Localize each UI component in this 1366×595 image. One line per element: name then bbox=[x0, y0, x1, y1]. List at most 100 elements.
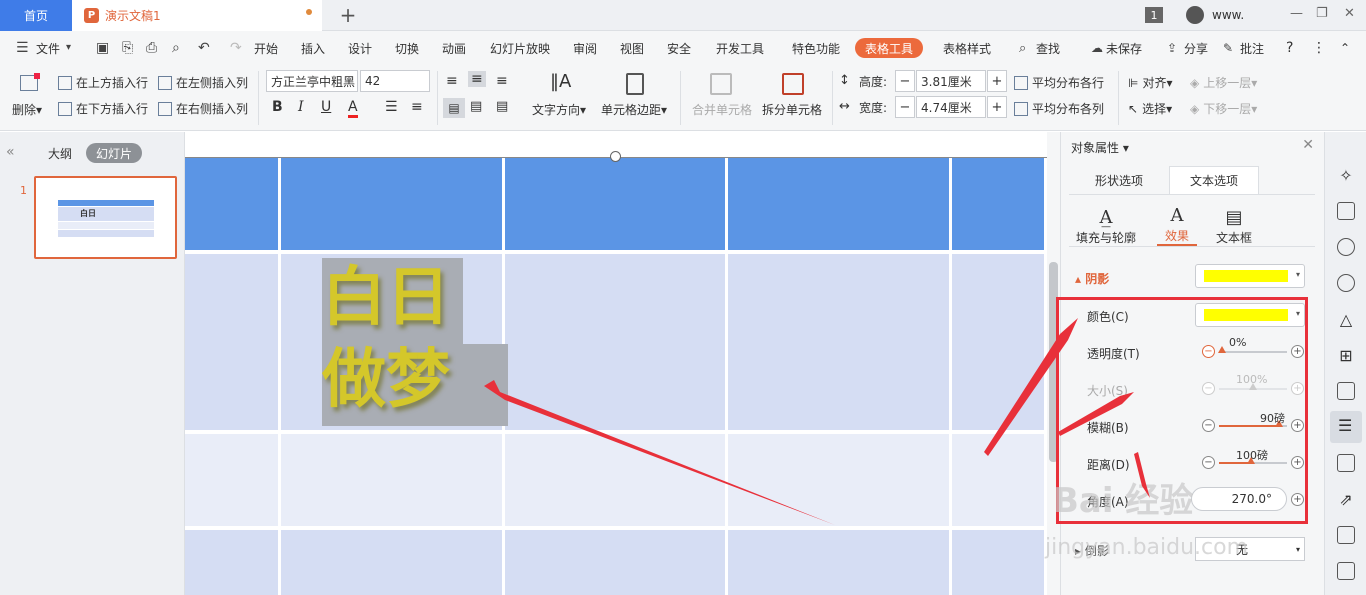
font-name-select[interactable]: 方正兰亭中粗黑 bbox=[266, 70, 358, 92]
menu-review[interactable]: 审阅 bbox=[573, 31, 597, 65]
export-icon[interactable]: ⎘ bbox=[122, 40, 133, 56]
panel-title[interactable]: 对象属性 ▾ bbox=[1071, 139, 1129, 156]
save-icon[interactable]: ▣ bbox=[96, 40, 109, 56]
merge-cells-button[interactable]: 合并单元格 bbox=[692, 101, 752, 118]
table-cell[interactable] bbox=[728, 254, 949, 430]
user-name[interactable]: www. bbox=[1212, 8, 1244, 22]
window-count-badge[interactable]: 1 bbox=[1145, 7, 1163, 23]
tab-home[interactable]: 首页 bbox=[0, 0, 72, 31]
image-icon[interactable] bbox=[1337, 454, 1355, 472]
table-cell[interactable] bbox=[952, 530, 1044, 595]
menu-view[interactable]: 视图 bbox=[620, 31, 644, 65]
bring-forward-button[interactable]: ◈ 上移一层 ▾ bbox=[1190, 74, 1257, 91]
table-cell[interactable] bbox=[185, 254, 278, 430]
menu-file[interactable]: 文件 bbox=[36, 31, 60, 65]
close-icon[interactable]: ✕ bbox=[1302, 137, 1314, 153]
align-bottom-icon[interactable]: ▤ bbox=[496, 99, 508, 114]
table-cell[interactable] bbox=[185, 158, 278, 250]
underline-button[interactable]: U bbox=[321, 99, 331, 115]
insert-col-left-button[interactable]: 在左侧插入列 bbox=[158, 74, 248, 91]
table-cell[interactable] bbox=[281, 530, 502, 595]
chevron-down-icon[interactable]: ▾ bbox=[66, 42, 71, 53]
more-button[interactable]: ⋮ bbox=[1312, 31, 1326, 65]
font-color-button[interactable]: A bbox=[348, 99, 358, 118]
cell-margin-icon[interactable] bbox=[626, 73, 644, 95]
search-icon[interactable]: ⌕ bbox=[1019, 41, 1026, 56]
width-input[interactable]: 4.74厘米 bbox=[916, 96, 986, 118]
table-cell[interactable] bbox=[952, 158, 1044, 250]
comment-button[interactable]: 批注 bbox=[1240, 31, 1264, 65]
picture-icon[interactable] bbox=[1337, 562, 1355, 580]
redo-icon[interactable]: ↷ bbox=[230, 40, 242, 56]
height-increase-button[interactable]: + bbox=[987, 70, 1007, 92]
export-share-icon[interactable]: ⇗ bbox=[1337, 490, 1355, 509]
height-decrease-button[interactable]: − bbox=[895, 70, 915, 92]
rotate-handle[interactable] bbox=[610, 151, 621, 162]
cell-text[interactable]: 白日 做梦 bbox=[322, 257, 450, 421]
table-cell[interactable] bbox=[952, 254, 1044, 430]
height-input[interactable]: 3.81厘米 bbox=[916, 70, 986, 92]
grid-icon[interactable]: ⊞ bbox=[1337, 346, 1355, 365]
bold-button[interactable]: B bbox=[272, 99, 283, 115]
subtab-effect[interactable]: A 效果 bbox=[1157, 196, 1197, 246]
chart-icon[interactable] bbox=[1337, 382, 1355, 400]
slide-thumbnail[interactable]: 白日 bbox=[34, 176, 177, 259]
tab-slides[interactable]: 幻灯片 bbox=[86, 143, 142, 163]
text-direction-button[interactable]: 文字方向 ▾ bbox=[532, 101, 586, 118]
table-cell[interactable] bbox=[728, 434, 949, 526]
menu-security[interactable]: 安全 bbox=[667, 31, 691, 65]
tab-document[interactable]: P 演示文稿1 bbox=[72, 0, 322, 31]
properties-icon[interactable]: ☰ bbox=[1330, 411, 1362, 443]
font-size-select[interactable]: 42 bbox=[360, 70, 430, 92]
share-icon[interactable]: ⇪ bbox=[1167, 41, 1177, 55]
menu-design[interactable]: 设计 bbox=[348, 31, 372, 65]
slide[interactable]: 白日 做梦 bbox=[185, 132, 1047, 595]
distribute-cols-button[interactable]: 平均分布各列 bbox=[1014, 100, 1104, 117]
delete-button[interactable]: 删除 ▾ bbox=[12, 101, 42, 118]
menu-table-tools[interactable]: 表格工具 bbox=[855, 38, 924, 58]
minimize-button[interactable]: — bbox=[1290, 6, 1303, 21]
menu-developer[interactable]: 开发工具 bbox=[716, 31, 764, 65]
restore-button[interactable]: ❐ bbox=[1316, 6, 1328, 21]
delete-table-icon[interactable] bbox=[20, 73, 40, 91]
table-cell[interactable] bbox=[728, 530, 949, 595]
cloud-icon[interactable]: ☁ bbox=[1091, 41, 1103, 55]
align-top-icon[interactable]: ▤ bbox=[443, 98, 465, 118]
table-cell[interactable] bbox=[185, 530, 278, 595]
tab-outline[interactable]: 大纲 bbox=[48, 145, 72, 162]
align-middle-icon[interactable]: ▤ bbox=[470, 99, 482, 114]
shadow-section-header[interactable]: ▴ 阴影 bbox=[1075, 270, 1109, 287]
align-right-icon[interactable]: ≡ bbox=[496, 73, 508, 89]
shadow-preset-select[interactable]: ▾ bbox=[1195, 264, 1305, 288]
italic-button[interactable]: I bbox=[298, 99, 304, 115]
table-cell[interactable] bbox=[505, 254, 725, 430]
text-direction-icon[interactable]: ‖A bbox=[550, 71, 571, 92]
insert-row-below-button[interactable]: 在下方插入行 bbox=[58, 100, 148, 117]
line-spacing-icon[interactable]: ☰ bbox=[385, 99, 398, 115]
menu-table-style[interactable]: 表格样式 bbox=[943, 31, 991, 65]
share-button[interactable]: 分享 bbox=[1184, 31, 1208, 65]
close-button[interactable]: ✕ bbox=[1344, 6, 1355, 21]
table-cell[interactable] bbox=[952, 434, 1044, 526]
menu-insert[interactable]: 插入 bbox=[301, 31, 325, 65]
split-cells-button[interactable]: 拆分单元格 bbox=[762, 101, 822, 118]
slide-canvas[interactable]: 白日 做梦 bbox=[185, 132, 1047, 595]
search-button[interactable]: 查找 bbox=[1036, 31, 1060, 65]
new-tab-button[interactable]: + bbox=[336, 3, 360, 27]
unsaved-status[interactable]: 未保存 bbox=[1106, 31, 1142, 65]
menu-start[interactable]: 开始 bbox=[254, 31, 278, 65]
menu-features[interactable]: 特色功能 bbox=[792, 31, 840, 65]
select-button[interactable]: ↖ 选择 ▾ bbox=[1128, 100, 1172, 117]
collapse-ribbon-button[interactable]: ⌃ bbox=[1340, 31, 1350, 65]
archive-icon[interactable] bbox=[1337, 526, 1355, 544]
send-backward-button[interactable]: ◈ 下移一层 ▾ bbox=[1190, 100, 1257, 117]
table-cell[interactable] bbox=[281, 158, 502, 250]
pin-icon[interactable]: ✧ bbox=[1337, 166, 1355, 185]
table-cell[interactable] bbox=[281, 434, 502, 526]
help-button[interactable]: ? bbox=[1286, 31, 1293, 65]
distribute-rows-button[interactable]: 平均分布各行 bbox=[1014, 74, 1104, 91]
width-decrease-button[interactable]: − bbox=[895, 96, 915, 118]
fill-icon[interactable]: △ bbox=[1337, 310, 1355, 329]
insert-row-above-button[interactable]: 在上方插入行 bbox=[58, 74, 148, 91]
align-left-icon[interactable]: ≡ bbox=[446, 73, 458, 89]
